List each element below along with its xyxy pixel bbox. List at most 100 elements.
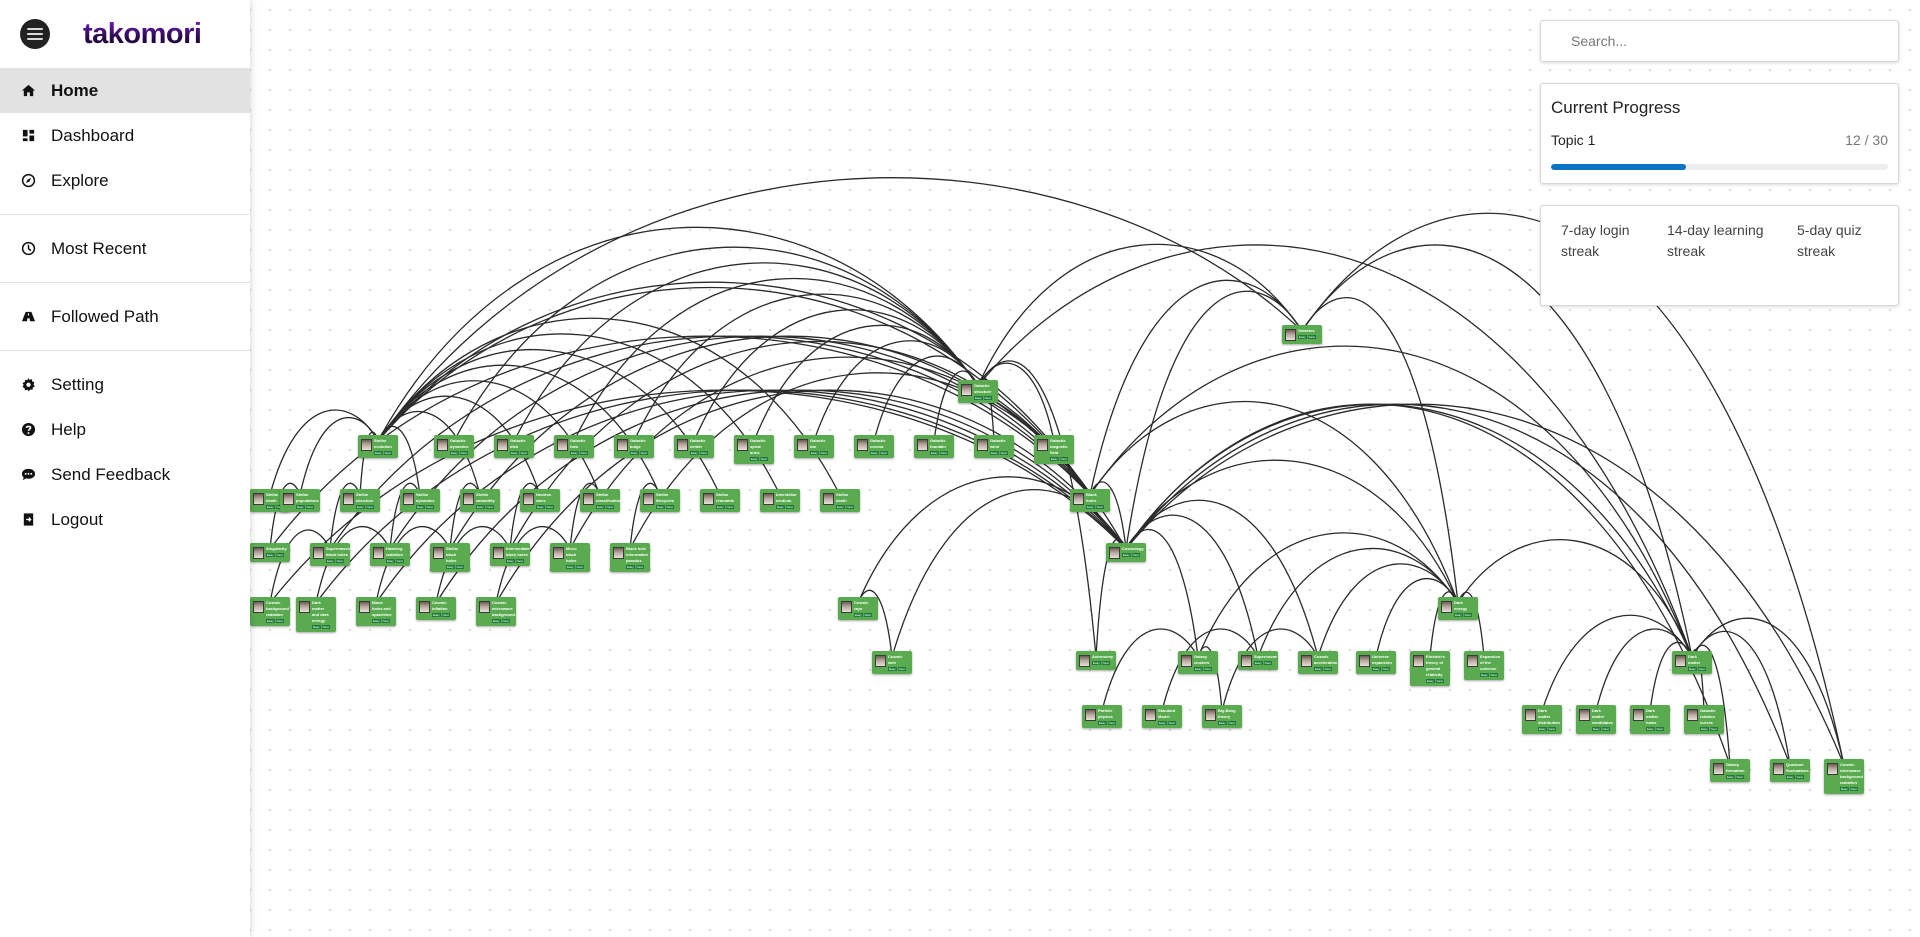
node-title: Neutron stars bbox=[536, 492, 552, 503]
graph-node[interactable]: Dark matter distribution Easy Next bbox=[1522, 705, 1562, 734]
node-tags: EasyNext bbox=[566, 565, 586, 569]
graph-node[interactable]: Galaxies Easy Next bbox=[1282, 325, 1322, 344]
graph-node[interactable]: Universe expansion Easy Next bbox=[1356, 651, 1396, 674]
graph-node[interactable]: Galactic magnetic field Easy Next bbox=[1034, 435, 1074, 464]
node-tag-next: Next bbox=[785, 505, 794, 509]
graph-node[interactable]: Stellar remnants Easy Next bbox=[700, 489, 740, 512]
graph-node[interactable]: Supermassive black holes Easy Next bbox=[310, 543, 353, 566]
graph-node[interactable]: Dark matter Easy Next bbox=[1672, 651, 1712, 674]
graph-node[interactable]: Stellar populations Easy Next bbox=[280, 489, 320, 512]
graph-node[interactable]: Stellar dynamics Easy Next bbox=[400, 489, 440, 512]
graph-node[interactable]: Stellar evolution Easy Next bbox=[358, 435, 398, 458]
sidebar-item-explore[interactable]: Explore bbox=[0, 158, 250, 203]
graph-node[interactable]: Black hole information paradox Easy Next bbox=[610, 543, 650, 572]
node-body: Black hole information paradox Easy Next bbox=[626, 546, 648, 569]
graph-node[interactable]: Galactic wind Easy Next bbox=[974, 435, 1014, 458]
streak-learning: 14-day learning streak bbox=[1667, 222, 1764, 259]
node-avatar-icon bbox=[497, 439, 508, 451]
graph-node[interactable]: Cosmic inflation Easy Next bbox=[416, 597, 456, 620]
node-tag-next: Next bbox=[699, 451, 708, 455]
menu-toggle-button[interactable] bbox=[20, 19, 50, 49]
graph-node[interactable]: Galactic fountain Easy Next bbox=[914, 435, 954, 458]
graph-node[interactable]: Cosmic background radiation Easy Next bbox=[250, 597, 290, 626]
graph-node[interactable]: Singularity Easy Next bbox=[250, 543, 290, 562]
sidebar-item-dashboard[interactable]: Dashboard bbox=[0, 113, 250, 158]
graph-node[interactable]: Neutron stars Easy Next bbox=[520, 489, 560, 512]
node-tag-next: Next bbox=[1381, 667, 1390, 671]
sidebar-item-setting[interactable]: Setting bbox=[0, 362, 250, 407]
graph-node[interactable]: Cosmic acceleration Easy Next bbox=[1298, 651, 1338, 674]
graph-node[interactable]: Black holes and spacetime Easy Next bbox=[356, 597, 396, 626]
graph-node[interactable]: Big Bang theory Easy Next bbox=[1202, 705, 1242, 728]
graph-node[interactable]: Cosmic rays Easy Next bbox=[838, 597, 878, 620]
graph-node[interactable]: Dark matter halos Easy Next bbox=[1630, 705, 1670, 734]
graph-node[interactable]: Stellar lifecycles Easy Next bbox=[640, 489, 680, 512]
graph-node[interactable]: Cosmic web Easy Next bbox=[872, 651, 912, 674]
node-tag-difficulty: Easy bbox=[506, 559, 515, 563]
graph-node[interactable]: Galactic center Easy Next bbox=[674, 435, 714, 458]
sidebar-item-label: Setting bbox=[51, 374, 104, 394]
node-tag-next: Next bbox=[1489, 673, 1498, 677]
graph-node[interactable]: Galactic dynamics Easy Next bbox=[434, 435, 474, 458]
logo[interactable]: takomori bbox=[83, 18, 202, 51]
graph-node[interactable]: Black holes Easy Next bbox=[1070, 489, 1110, 512]
sidebar-item-followed-path[interactable]: Followed Path bbox=[0, 294, 250, 339]
graph-node[interactable]: Dark energy Easy Next bbox=[1438, 597, 1478, 620]
sidebar-item-send-feedback[interactable]: Send Feedback bbox=[0, 452, 250, 497]
sidebar-item-most-recent[interactable]: Most Recent bbox=[0, 226, 250, 271]
graph-node[interactable]: Astronomy Easy Next bbox=[1076, 651, 1116, 670]
graph-node[interactable]: Interstellar medium Easy Next bbox=[760, 489, 800, 512]
graph-node[interactable]: Galaxy formation Easy Next bbox=[1710, 759, 1750, 782]
node-avatar-icon bbox=[359, 601, 370, 613]
graph-node[interactable]: Dark matter and dark energy Easy Next bbox=[296, 597, 336, 632]
graph-node[interactable]: Supernovae Easy Next bbox=[1238, 651, 1278, 670]
graph-node[interactable]: Galactic disk Easy Next bbox=[494, 435, 534, 458]
graph-node[interactable]: Galactic spiral arms Easy Next bbox=[734, 435, 774, 464]
graph-node[interactable]: Galactic structure Easy Next bbox=[958, 380, 998, 403]
graph-node[interactable]: Stellar classification Easy Next bbox=[580, 489, 622, 512]
graph-node[interactable]: Standard Model Easy Next bbox=[1142, 705, 1182, 728]
graph-node[interactable]: Hawking radiation Easy Next bbox=[370, 543, 410, 566]
node-tags: EasyNext bbox=[1158, 721, 1178, 725]
graph-node[interactable]: Galactic bulge Easy Next bbox=[614, 435, 654, 458]
node-title: Galactic dynamics bbox=[450, 438, 469, 449]
node-title: Dark matter distribution bbox=[1538, 708, 1560, 725]
sidebar-item-home[interactable]: Home bbox=[0, 68, 250, 113]
node-tag-difficulty: Easy bbox=[836, 505, 845, 509]
graph-node[interactable]: Galactic halo Easy Next bbox=[554, 435, 594, 458]
node-tag-difficulty: Easy bbox=[1454, 613, 1463, 617]
node-body: Stellar black holes Easy Next bbox=[446, 546, 466, 569]
node-tags: EasyNext bbox=[1086, 505, 1106, 509]
node-body: Cosmic web Easy Next bbox=[888, 654, 908, 671]
node-tag-difficulty: Easy bbox=[1726, 775, 1735, 779]
progress-count: 12 / 30 bbox=[1845, 132, 1888, 148]
sidebar-item-logout[interactable]: Logout bbox=[0, 497, 250, 542]
node-tag-difficulty: Easy bbox=[630, 451, 639, 455]
node-tag-difficulty: Easy bbox=[1092, 661, 1101, 665]
graph-node[interactable]: Einstein's theory of general relativity E… bbox=[1410, 651, 1450, 686]
graph-node[interactable]: Stellar variability Easy Next bbox=[460, 489, 500, 512]
graph-node[interactable]: Intermediate black holes Easy Next bbox=[490, 543, 530, 566]
node-avatar-icon bbox=[797, 439, 808, 451]
node-title: Stellar classification bbox=[596, 492, 622, 503]
search-input[interactable] bbox=[1541, 21, 1898, 61]
graph-node[interactable]: Galactic bar Easy Next bbox=[794, 435, 834, 458]
sidebar-item-label: Dashboard bbox=[51, 125, 135, 145]
graph-node[interactable]: Quantum fluctuations Easy Next bbox=[1770, 759, 1810, 782]
graph-node[interactable]: Galactic rotation curves Easy Next bbox=[1684, 705, 1724, 734]
graph-node[interactable]: Dark matter candidates Easy Next bbox=[1576, 705, 1616, 734]
graph-node[interactable]: Cosmic microwave background radiation Eas… bbox=[1824, 759, 1864, 794]
graph-node[interactable]: Expansion of the universe Easy Next bbox=[1464, 651, 1504, 680]
graph-node[interactable]: Stellar structure Easy Next bbox=[340, 489, 380, 512]
graph-node[interactable]: Galactic corona Easy Next bbox=[854, 435, 894, 458]
graph-node[interactable]: Cosmic microwave background Easy Next bbox=[476, 597, 516, 626]
graph-node[interactable]: Micro black holes Easy Next bbox=[550, 543, 590, 572]
graph-node[interactable]: Particle physics Easy Next bbox=[1082, 705, 1122, 728]
node-tag-difficulty: Easy bbox=[266, 553, 275, 557]
sidebar-item-help[interactable]: Help bbox=[0, 407, 250, 452]
node-body: Black holes Easy Next bbox=[1086, 492, 1106, 509]
graph-node[interactable]: Cosmology Easy Next bbox=[1106, 543, 1146, 562]
graph-node[interactable]: Stellar black holes Easy Next bbox=[430, 543, 470, 572]
graph-node[interactable]: Stellar death EasyNext bbox=[820, 489, 860, 512]
graph-node[interactable]: Galaxy clusters Easy Next bbox=[1178, 651, 1218, 674]
